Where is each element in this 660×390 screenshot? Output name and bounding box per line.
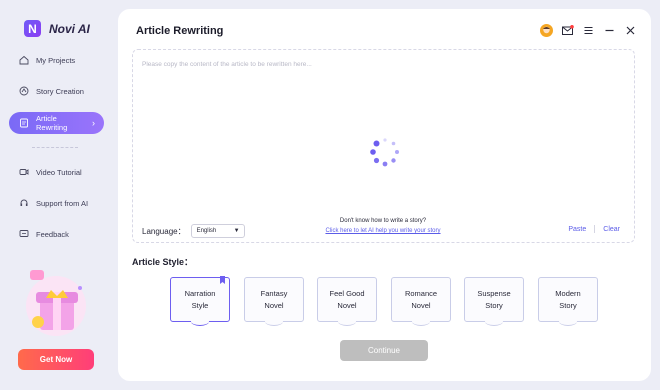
feedback-icon — [19, 230, 29, 237]
help-question: Don't know how to write a story? — [339, 218, 427, 224]
main-panel: Article Rewriting Please copy the conten… — [118, 9, 651, 381]
nav-divider — [32, 147, 78, 148]
divider — [594, 225, 596, 233]
get-now-button[interactable]: Get Now — [18, 349, 94, 370]
editor-actions: Paste Clear — [568, 225, 620, 233]
sidebar-item-feedback[interactable]: Feedback — [9, 223, 104, 245]
style-card-romance[interactable]: Romance Novel — [391, 277, 451, 326]
style-card-modern[interactable]: Modern Story — [538, 277, 598, 326]
sidebar-item-article-rewriting[interactable]: Article Rewriting › — [9, 112, 104, 134]
home-icon — [19, 55, 29, 65]
style-card-fantasy[interactable]: Fantasy Novel — [244, 277, 304, 326]
style-card-line2: Story — [485, 300, 503, 310]
sidebar-item-label: Video Tutorial — [36, 167, 82, 177]
style-card-line1: Narration — [184, 289, 216, 299]
close-icon[interactable] — [624, 24, 637, 37]
article-input-area[interactable]: Please copy the content of the article t… — [132, 49, 635, 243]
language-selector: Language： English ▼ — [142, 224, 245, 238]
style-card-line1: Modern — [555, 289, 581, 299]
sidebar-item-label: Feedback — [36, 229, 69, 239]
minimize-icon[interactable] — [603, 24, 616, 37]
style-card-line2: Style — [191, 300, 209, 310]
sidebar-item-label: My Projects — [36, 55, 76, 65]
style-card-suspense[interactable]: Suspense Story — [464, 277, 524, 326]
language-dropdown[interactable]: English ▼ — [190, 224, 245, 238]
style-card-narration[interactable]: Narration Style — [170, 276, 230, 326]
menu-icon[interactable] — [582, 24, 595, 37]
article-input-placeholder: Please copy the content of the article t… — [142, 61, 312, 68]
clear-button[interactable]: Clear — [603, 226, 620, 233]
style-card-line1: Feel Good — [329, 289, 365, 299]
brand-logo: N — [24, 20, 41, 37]
caret-down-icon: ▼ — [233, 228, 240, 234]
loading-spinner-icon — [370, 138, 399, 167]
style-card-line2: Novel — [411, 300, 431, 310]
style-card-line1: Fantasy — [260, 289, 288, 299]
article-style-label: Article Style： — [132, 257, 194, 267]
style-card-line2: Novel — [337, 300, 357, 310]
language-label: Language： — [142, 226, 186, 236]
sidebar-item-label: Story Creation — [36, 86, 84, 96]
brand-name: Novi AI — [49, 21, 90, 36]
video-icon — [19, 169, 29, 175]
sidebar-item-story-creation[interactable]: Story Creation — [9, 80, 104, 102]
chevron-right-icon: › — [92, 118, 95, 128]
document-icon — [20, 118, 28, 128]
style-card-line2: Story — [559, 300, 577, 310]
brand: N Novi AI — [24, 20, 90, 37]
bookmark-icon — [220, 276, 225, 284]
story-icon — [19, 86, 29, 96]
avatar-icon[interactable] — [540, 24, 553, 37]
page-title: Article Rewriting — [136, 25, 224, 37]
ai-help: Don't know how to write a story? Click h… — [318, 218, 448, 234]
ai-help-link[interactable]: Click here to let AI help you write your… — [318, 228, 448, 234]
sidebar-item-support-from-ai[interactable]: Support from AI — [9, 192, 104, 214]
style-card-line1: Romance — [404, 289, 438, 299]
gift-box-illustration — [26, 270, 86, 336]
sidebar: N Novi AI My Projects Story Creation Art… — [0, 0, 112, 390]
style-card-line1: Suspense — [477, 289, 511, 299]
headset-icon — [20, 199, 28, 206]
window-controls — [540, 24, 637, 37]
continue-button[interactable]: Continue — [340, 340, 428, 361]
paste-button[interactable]: Paste — [568, 226, 586, 233]
style-card-line2: Novel — [264, 300, 284, 310]
sidebar-item-label: Article Rewriting — [36, 114, 68, 132]
sidebar-item-label: Support from AI — [36, 198, 89, 208]
sidebar-item-my-projects[interactable]: My Projects — [9, 49, 104, 71]
style-card-feel-good[interactable]: Feel Good Novel — [317, 277, 377, 326]
sidebar-item-video-tutorial[interactable]: Video Tutorial — [9, 161, 104, 183]
mail-icon[interactable] — [561, 24, 574, 37]
language-value: English — [196, 228, 217, 234]
